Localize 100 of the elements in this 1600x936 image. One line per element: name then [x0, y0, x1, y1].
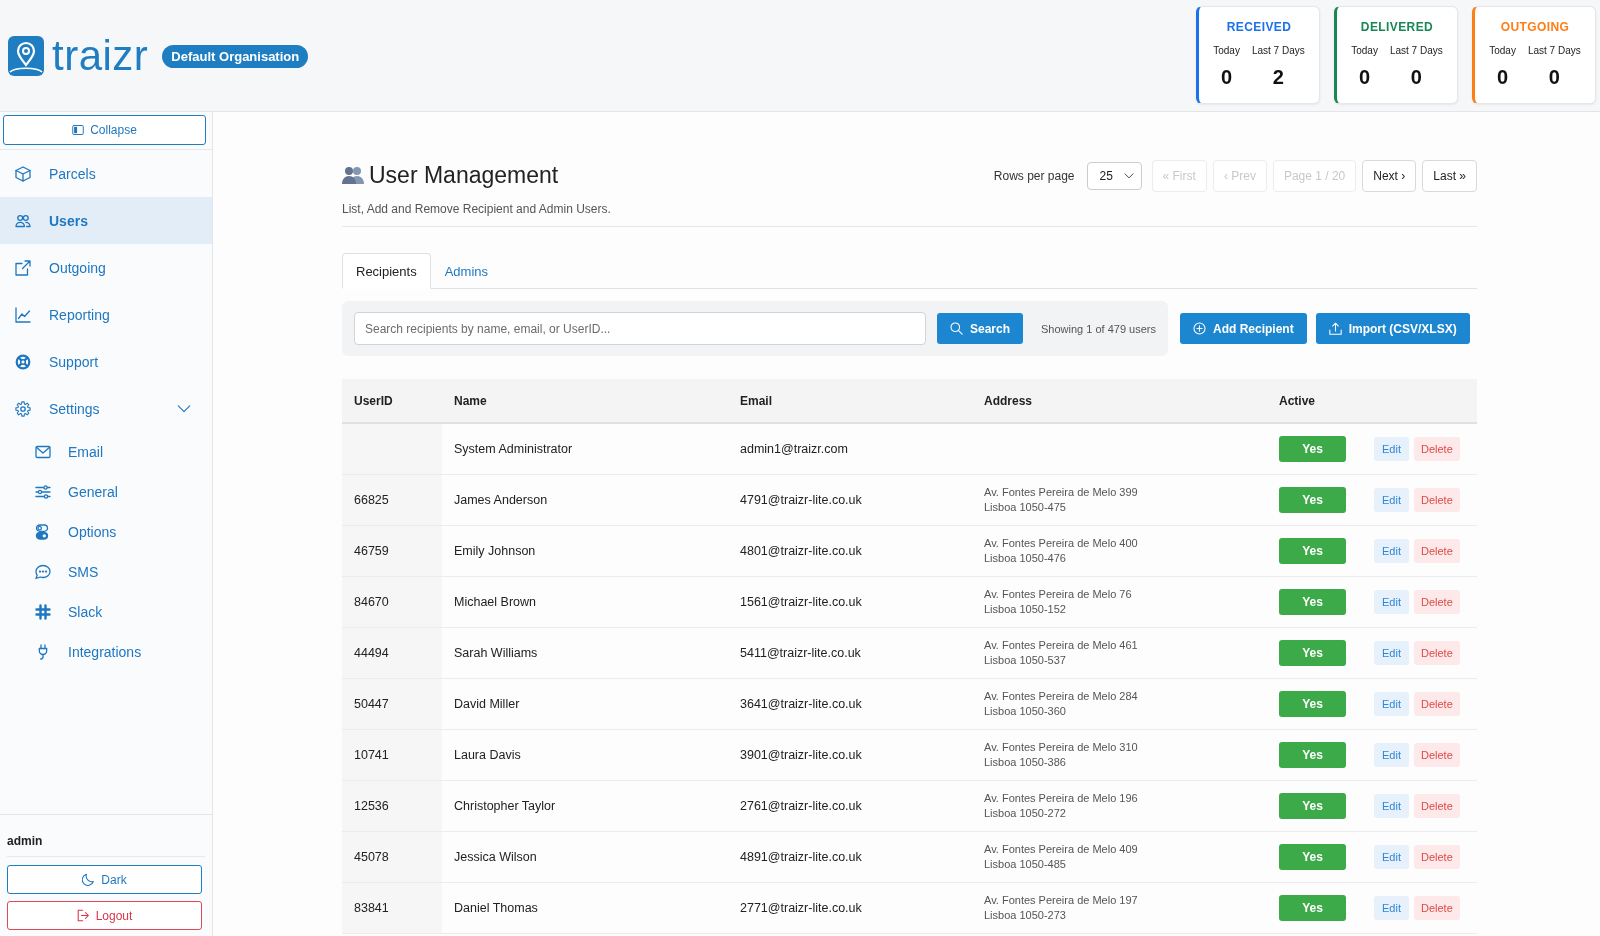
logout-button[interactable]: Logout [7, 901, 202, 930]
table-cell: Av. Fontes Pereira de Melo 399 Lisboa 1050-475 [972, 474, 1267, 526]
table-cell: James Anderson [442, 474, 728, 526]
edit-button[interactable]: Edit [1374, 590, 1409, 614]
dark-mode-button[interactable]: Dark [7, 865, 202, 894]
table-cell: Daniel Thomas [442, 882, 728, 934]
table-cell: 4791@traizr-lite.co.uk [728, 474, 972, 526]
active-status-button[interactable]: Yes [1279, 742, 1346, 768]
table-cell: Av. Fontes Pereira de Melo 400 Lisboa 1050-476 [972, 525, 1267, 577]
edit-button[interactable]: Edit [1374, 743, 1409, 767]
import-button[interactable]: Import (CSV/XLSX) [1315, 313, 1470, 344]
envelope-icon [35, 444, 51, 460]
search-icon [950, 322, 963, 335]
edit-button[interactable]: Edit [1374, 794, 1409, 818]
delete-button[interactable]: Delete [1413, 794, 1460, 818]
delete-button[interactable]: Delete [1413, 743, 1460, 767]
table-cell: Av. Fontes Pereira de Melo 196 Lisboa 1050-272 [972, 780, 1267, 832]
nav-subitem[interactable]: Slack [0, 592, 212, 632]
table-cell: David Miller [442, 678, 728, 730]
logo-text: traizr [52, 36, 149, 76]
delete-button[interactable]: Delete [1413, 488, 1460, 512]
table-cell: 84670 [342, 576, 442, 628]
delete-button[interactable]: Delete [1413, 896, 1460, 920]
nav-subitem[interactable]: SMS [0, 552, 212, 592]
nav-item[interactable]: Parcels [0, 150, 212, 197]
rows-per-page-select[interactable]: 25 [1086, 162, 1142, 190]
edit-button[interactable]: Edit [1374, 539, 1409, 563]
nav-item[interactable]: Reporting [0, 291, 212, 338]
logout-icon [76, 909, 90, 922]
nav-subitem[interactable]: General [0, 472, 212, 512]
table-cell: Av. Fontes Pereira de Melo 310 Lisboa 1050-386 [972, 729, 1267, 781]
add-button[interactable]: Add Recipient [1180, 313, 1307, 344]
tab[interactable]: Recipients [342, 253, 431, 289]
column-header: Name [442, 379, 728, 423]
table-cell: 3641@traizr-lite.co.uk [728, 678, 972, 730]
stat-title: RECEIVED [1225, 20, 1293, 34]
pagination-button[interactable]: Last » [1422, 160, 1477, 192]
active-status-button[interactable]: Yes [1279, 589, 1346, 615]
nav-item[interactable]: Users [0, 197, 212, 244]
search-button[interactable]: Search [937, 313, 1024, 344]
nav-subitem[interactable]: Integrations [0, 632, 212, 672]
table-cell: 44494 [342, 627, 442, 679]
active-status-button[interactable]: Yes [1279, 640, 1346, 666]
table-cell: 12536 [342, 780, 442, 832]
active-status-button[interactable]: Yes [1279, 691, 1346, 717]
column-header: Address [972, 379, 1267, 423]
stat-value: 2 [1272, 66, 1284, 89]
delete-button[interactable]: Delete [1413, 539, 1460, 563]
active-status-button[interactable]: Yes [1279, 844, 1346, 870]
search-field[interactable]: Search recipients by name, email, or UserID... [354, 312, 926, 345]
table-cell: Emily Johnson [442, 525, 728, 577]
table-cell: Jessica Wilson [442, 831, 728, 883]
collapse-button[interactable]: Collapse [3, 115, 206, 145]
active-status-button[interactable]: Yes [1279, 793, 1346, 819]
delete-button[interactable]: Delete [1413, 437, 1460, 461]
nav-item[interactable]: Support [0, 338, 212, 385]
column-header: Active [1267, 379, 1361, 423]
users-icon [342, 166, 364, 184]
table-cell: admin1@traizr.com [728, 423, 972, 475]
active-status-button[interactable]: Yes [1279, 538, 1346, 564]
sliders-icon [35, 484, 51, 500]
table-cell: 3901@traizr-lite.co.uk [728, 729, 972, 781]
line-chart-icon [15, 306, 31, 323]
edit-button[interactable]: Edit [1374, 845, 1409, 869]
pagination-button[interactable]: Next › [1362, 160, 1417, 192]
stat-label: Last 7 Days [1527, 45, 1581, 56]
edit-button[interactable]: Edit [1374, 437, 1409, 461]
table-cell: 45078 [342, 831, 442, 883]
table-cell: Sarah Williams [442, 627, 728, 679]
edit-button[interactable]: Edit [1374, 641, 1409, 665]
delete-button[interactable]: Delete [1413, 641, 1460, 665]
delete-button[interactable]: Delete [1413, 845, 1460, 869]
tab[interactable]: Admins [430, 253, 503, 289]
edit-button[interactable]: Edit [1374, 896, 1409, 920]
edit-button[interactable]: Edit [1374, 692, 1409, 716]
table-cell: 1561@traizr-lite.co.uk [728, 576, 972, 628]
table-cell: 83841 [342, 882, 442, 934]
table-cell: Christopher Taylor [442, 780, 728, 832]
table-cell: 4891@traizr-lite.co.uk [728, 831, 972, 883]
page-subtitle: List, Add and Remove Recipient and Admin Users. [342, 202, 611, 216]
delete-button[interactable]: Delete [1413, 692, 1460, 716]
table-cell: Laura Davis [442, 729, 728, 781]
table-cell: 46759 [342, 525, 442, 577]
edit-button[interactable]: Edit [1374, 488, 1409, 512]
nav-item[interactable]: Outgoing [0, 244, 212, 291]
nav-subitem[interactable]: Email [0, 432, 212, 472]
stat-title: DELIVERED [1359, 20, 1435, 34]
username: admin [7, 834, 205, 857]
active-status-button[interactable]: Yes [1279, 895, 1346, 921]
active-status-button[interactable]: Yes [1279, 436, 1346, 462]
table-cell: Av. Fontes Pereira de Melo 76 Lisboa 1050-152 [972, 576, 1267, 628]
nav-item[interactable]: Settings [0, 385, 212, 432]
column-header: UserID [342, 379, 442, 423]
nav-subitem[interactable]: Options [0, 512, 212, 552]
column-header: Email [728, 379, 972, 423]
active-status-button[interactable]: Yes [1279, 487, 1346, 513]
chat-bubble-icon [35, 564, 51, 580]
delete-button[interactable]: Delete [1413, 590, 1460, 614]
map-pin-icon [8, 36, 44, 76]
gear-icon [15, 400, 31, 417]
